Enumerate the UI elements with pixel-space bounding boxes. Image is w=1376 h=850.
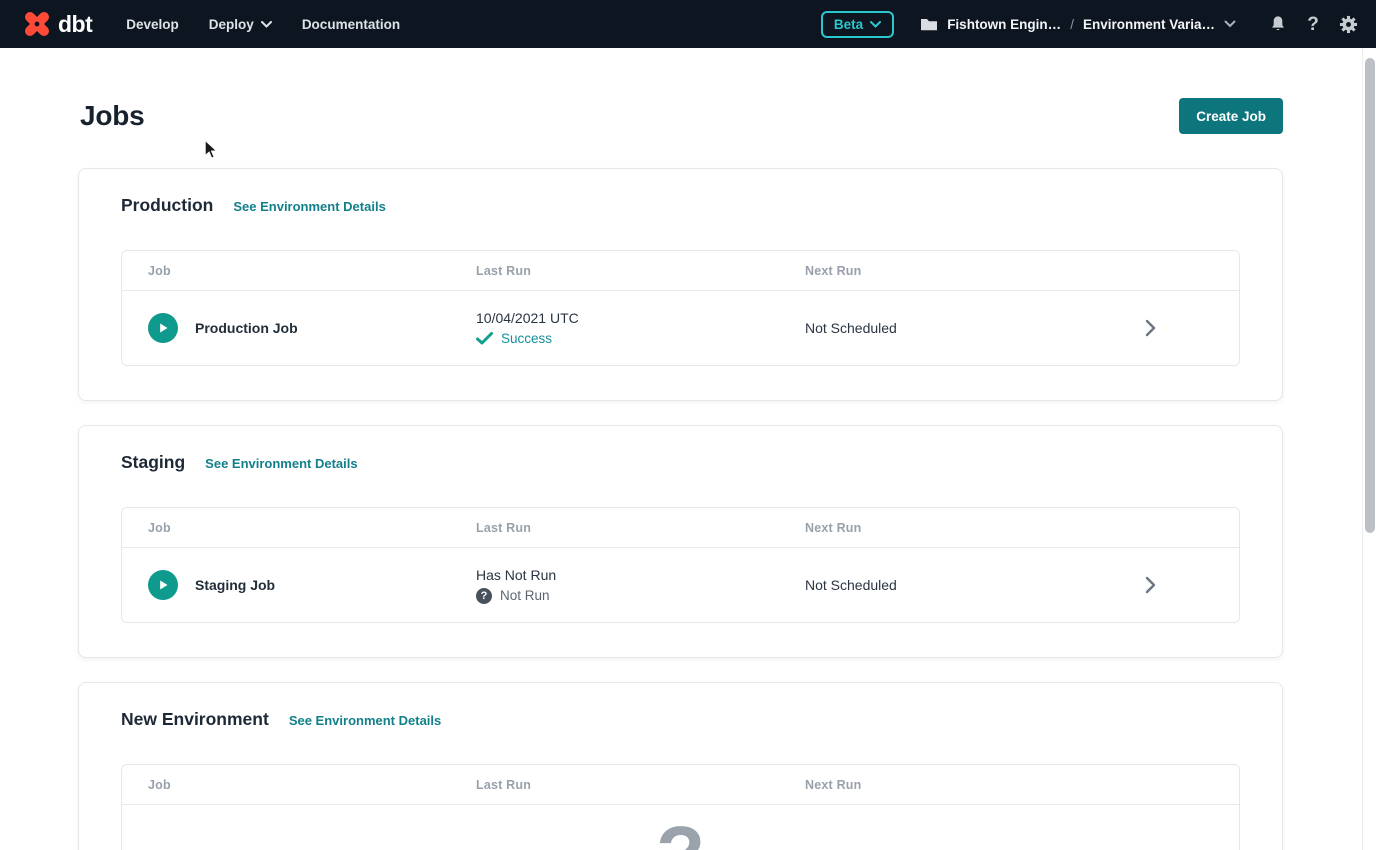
job-cell: Production Job xyxy=(148,313,476,343)
brand-text: dbt xyxy=(58,11,92,38)
job-name[interactable]: Production Job xyxy=(195,320,298,336)
top-navbar: dbt Develop Deploy Documentation Beta xyxy=(0,0,1376,48)
dbt-logo[interactable]: dbt xyxy=(22,9,92,39)
table-header-row: Job Last Run Next Run xyxy=(122,251,1239,291)
column-header-job: Job xyxy=(148,778,476,792)
row-chevron-button[interactable] xyxy=(1145,319,1156,337)
page-header: Jobs Create Job xyxy=(78,96,1283,136)
environment-card-staging: Staging See Environment Details Job Last… xyxy=(78,425,1283,658)
beta-dropdown-button[interactable]: Beta xyxy=(821,11,894,38)
see-environment-details-link[interactable]: See Environment Details xyxy=(289,713,441,728)
chevron-down-icon xyxy=(261,21,272,28)
scrollbar-track[interactable] xyxy=(1362,48,1376,850)
dbt-logo-icon xyxy=(22,9,52,39)
status-label: Not Run xyxy=(500,588,550,603)
check-icon xyxy=(476,332,493,345)
page-title: Jobs xyxy=(80,100,145,132)
breadcrumb-separator: / xyxy=(1070,17,1074,32)
column-header-next-run: Next Run xyxy=(805,778,1145,792)
chevron-down-icon xyxy=(870,21,881,28)
run-job-button[interactable] xyxy=(148,570,178,600)
notifications-bell-icon[interactable] xyxy=(1268,14,1288,34)
chevron-right-icon xyxy=(1145,576,1156,594)
create-job-button[interactable]: Create Job xyxy=(1179,98,1283,134)
nav-item-deploy[interactable]: Deploy xyxy=(209,17,272,32)
last-run-date: 10/04/2021 UTC xyxy=(476,310,805,326)
table-header-row: Job Last Run Next Run xyxy=(122,765,1239,805)
last-run-date: Has Not Run xyxy=(476,567,805,583)
nav-links: Develop Deploy Documentation xyxy=(126,17,400,32)
environment-name: Production xyxy=(121,195,213,216)
question-circle-icon: ? xyxy=(476,588,492,604)
column-header-job: Job xyxy=(148,264,476,278)
last-run-cell: 10/04/2021 UTC Success xyxy=(476,310,805,346)
scrollbar-thumb[interactable] xyxy=(1365,58,1375,533)
next-run-cell: Not Scheduled xyxy=(805,577,1145,593)
empty-state-question-icon: ? xyxy=(656,819,705,850)
folder-icon xyxy=(920,17,938,32)
row-chevron-button[interactable] xyxy=(1145,576,1156,594)
table-header-row: Job Last Run Next Run xyxy=(122,508,1239,548)
last-run-cell: Has Not Run ? Not Run xyxy=(476,567,805,604)
chevron-right-icon xyxy=(1145,319,1156,337)
column-header-job: Job xyxy=(148,521,476,535)
play-icon xyxy=(157,322,169,334)
column-header-last-run: Last Run xyxy=(476,264,805,278)
environment-header: New Environment See Environment Details xyxy=(121,709,1240,730)
jobs-table: Job Last Run Next Run Production Job 10/… xyxy=(121,250,1240,366)
environment-card-new-environment: New Environment See Environment Details … xyxy=(78,682,1283,850)
next-run-cell: Not Scheduled xyxy=(805,320,1145,336)
chevron-down-icon xyxy=(1224,20,1236,28)
nav-icon-cluster: ? xyxy=(1268,14,1358,34)
job-name[interactable]: Staging Job xyxy=(195,577,275,593)
help-icon[interactable]: ? xyxy=(1303,14,1323,34)
environment-header: Staging See Environment Details xyxy=(121,452,1240,473)
run-job-button[interactable] xyxy=(148,313,178,343)
main-content: Jobs Create Job Production See Environme… xyxy=(78,96,1283,850)
jobs-table: Job Last Run Next Run ? xyxy=(121,764,1240,850)
column-header-last-run: Last Run xyxy=(476,778,805,792)
status-label: Success xyxy=(501,331,552,346)
play-icon xyxy=(157,579,169,591)
job-row-staging[interactable]: Staging Job Has Not Run ? Not Run Not Sc… xyxy=(122,548,1239,622)
nav-right: Beta Fishtown Engin… / Environment Varia… xyxy=(821,11,1358,38)
environment-card-production: Production See Environment Details Job L… xyxy=(78,168,1283,401)
column-header-next-run: Next Run xyxy=(805,264,1145,278)
see-environment-details-link[interactable]: See Environment Details xyxy=(233,199,385,214)
see-environment-details-link[interactable]: See Environment Details xyxy=(205,456,357,471)
environment-name: New Environment xyxy=(121,709,269,730)
jobs-table: Job Last Run Next Run Staging Job Has No… xyxy=(121,507,1240,623)
gear-icon[interactable] xyxy=(1338,14,1358,34)
empty-state: ? xyxy=(122,805,1239,850)
account-breadcrumb[interactable]: Fishtown Engin… / Environment Varia… xyxy=(920,17,1236,32)
environment-header: Production See Environment Details xyxy=(121,195,1240,216)
job-row-production[interactable]: Production Job 10/04/2021 UTC Success No… xyxy=(122,291,1239,365)
last-run-status: Success xyxy=(476,331,805,346)
nav-item-develop[interactable]: Develop xyxy=(126,17,179,32)
column-header-last-run: Last Run xyxy=(476,521,805,535)
column-header-next-run: Next Run xyxy=(805,521,1145,535)
breadcrumb-account[interactable]: Fishtown Engin… xyxy=(947,17,1061,32)
nav-item-documentation[interactable]: Documentation xyxy=(302,17,400,32)
breadcrumb-page[interactable]: Environment Varia… xyxy=(1083,17,1215,32)
job-cell: Staging Job xyxy=(148,570,476,600)
last-run-status: ? Not Run xyxy=(476,588,805,604)
environment-name: Staging xyxy=(121,452,185,473)
